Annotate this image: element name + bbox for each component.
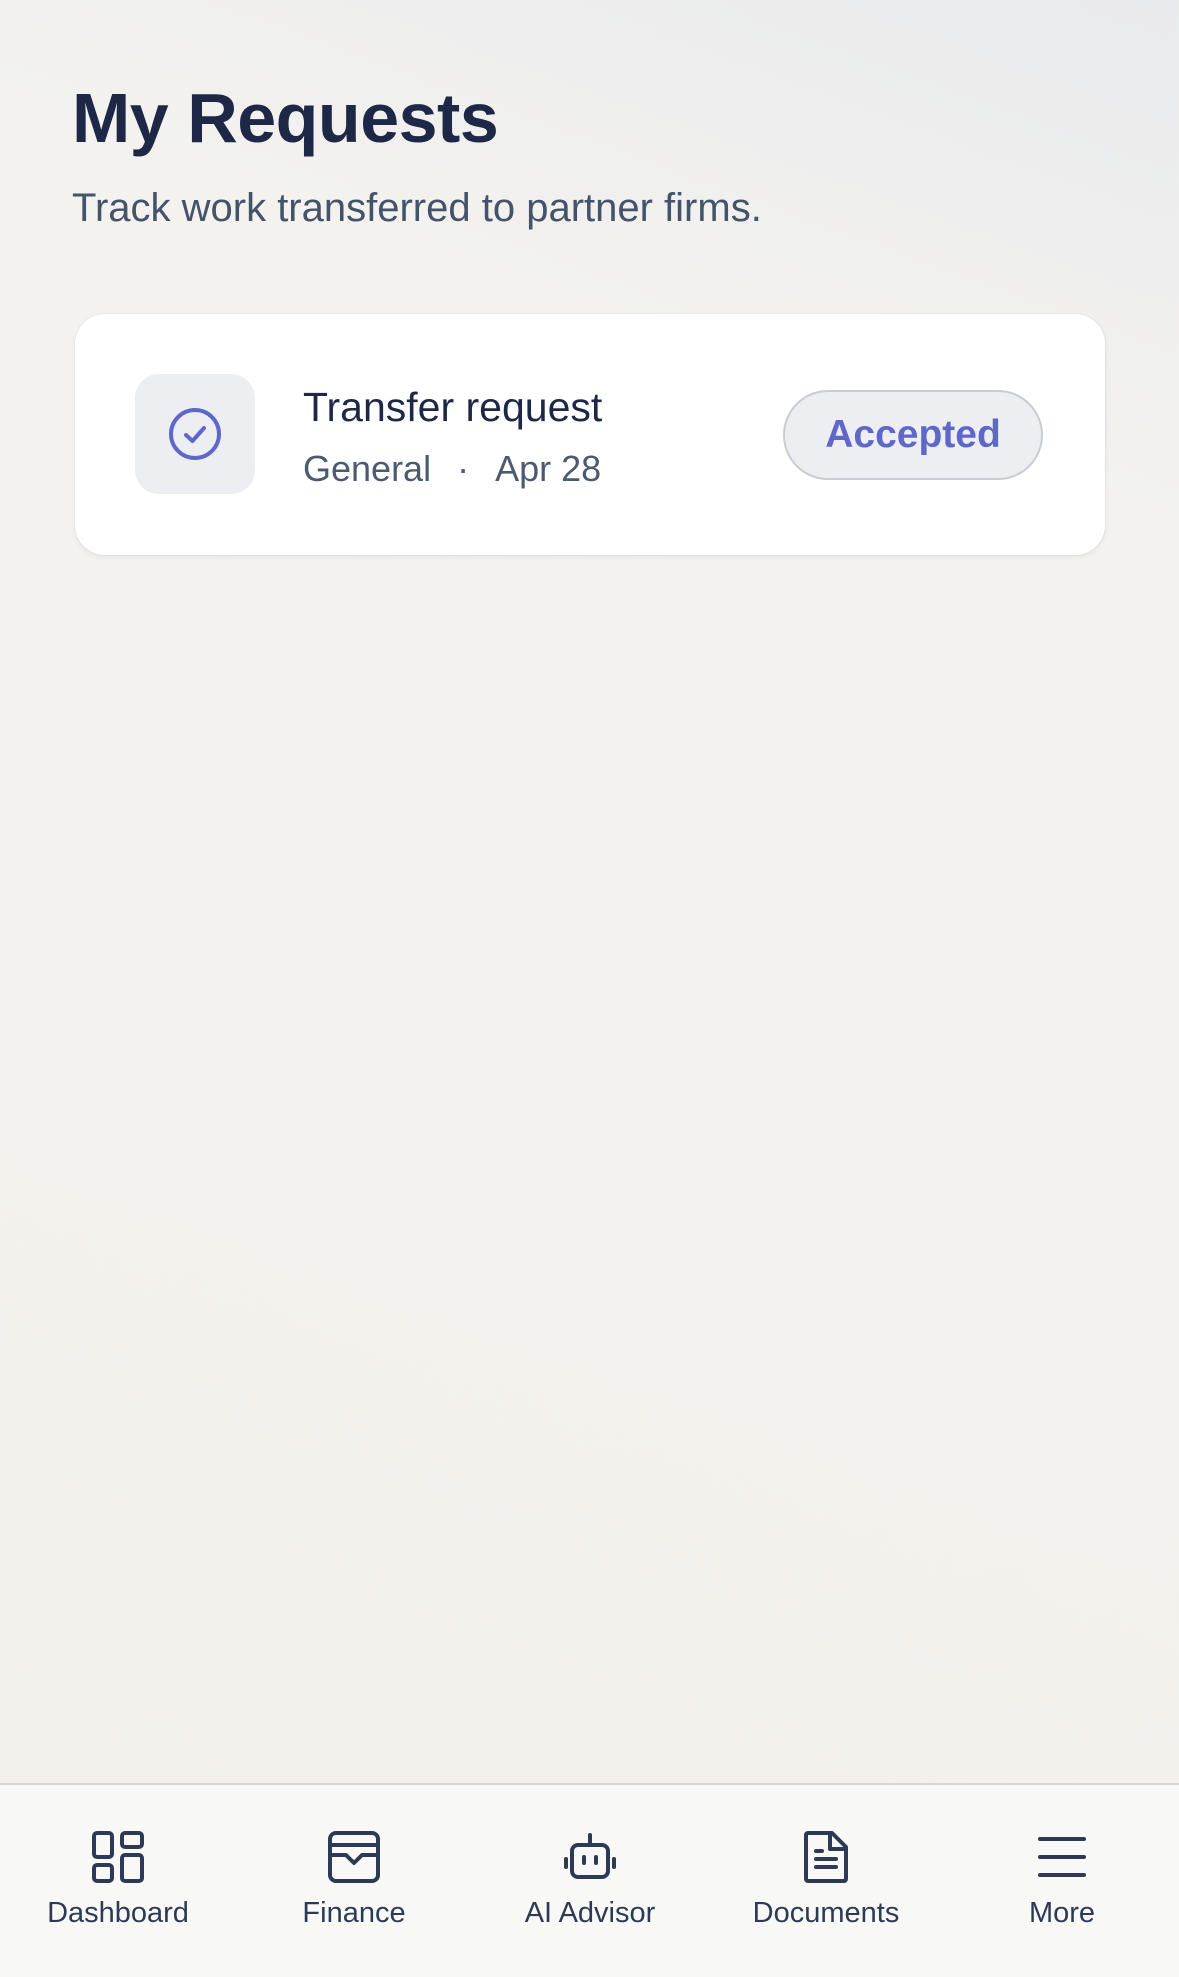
status-badge: Accepted	[783, 390, 1043, 480]
request-meta: General · Apr 28	[303, 448, 601, 490]
nav-item-more[interactable]: More	[944, 1785, 1179, 1977]
request-card[interactable]: Transfer request General · Apr 28 Accept…	[75, 314, 1105, 555]
page-subtitle: Track work transferred to partner firms.	[72, 186, 762, 230]
nav-item-dashboard[interactable]: Dashboard	[0, 1785, 236, 1977]
nav-label-finance: Finance	[302, 1897, 406, 1929]
request-category: General	[303, 448, 432, 489]
bottom-nav: Dashboard Finance AI Advisor Documents M…	[0, 1783, 1179, 1977]
menu-icon	[1038, 1837, 1086, 1877]
request-icon-box	[135, 374, 255, 494]
robot-icon	[564, 1833, 616, 1879]
request-title: Transfer request	[303, 384, 603, 430]
nav-item-documents[interactable]: Documents	[708, 1785, 944, 1977]
check-circle-icon	[169, 408, 221, 460]
finance-icon	[328, 1831, 380, 1883]
nav-label-dashboard: Dashboard	[47, 1897, 189, 1929]
nav-label-ai-advisor: AI Advisor	[524, 1897, 656, 1929]
nav-item-finance[interactable]: Finance	[236, 1785, 472, 1977]
request-date: Apr 28	[495, 448, 602, 489]
page-title: My Requests	[72, 79, 499, 157]
meta-separator: ·	[457, 448, 470, 489]
nav-label-more: More	[1028, 1897, 1096, 1929]
nav-item-ai-advisor[interactable]: AI Advisor	[472, 1785, 708, 1977]
dashboard-icon	[92, 1831, 144, 1883]
document-icon	[804, 1831, 848, 1883]
nav-label-documents: Documents	[752, 1897, 900, 1929]
